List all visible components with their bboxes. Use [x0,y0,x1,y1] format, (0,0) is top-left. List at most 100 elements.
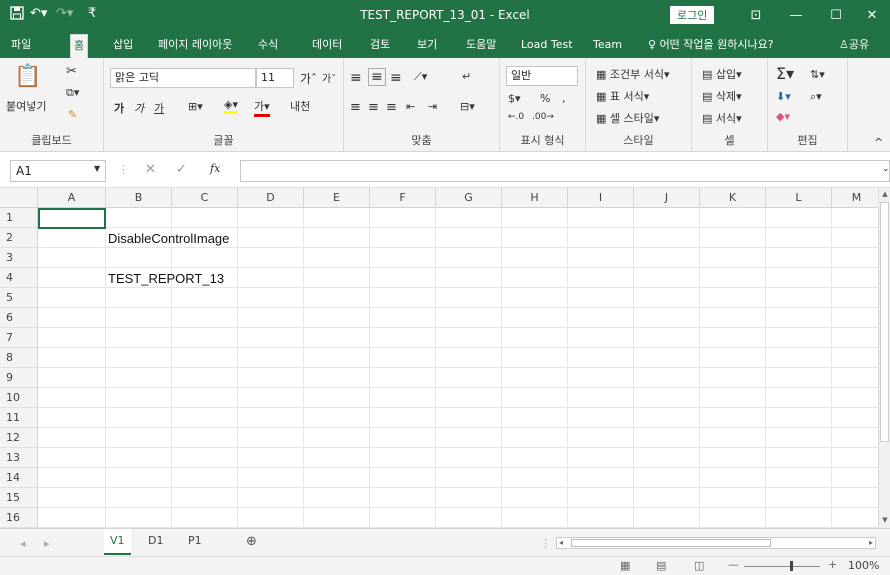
maximize-icon[interactable]: ☐ [818,0,854,32]
tab-view[interactable]: 보기 [414,32,440,58]
collapse-ribbon-icon[interactable]: ^ [874,136,883,149]
zoom-in-icon[interactable]: + [828,558,837,571]
share-button[interactable]: ♙공유 [836,32,872,58]
column-header-g[interactable]: G [436,188,502,208]
phonetic-icon[interactable]: 내천 [290,98,310,114]
align-right-icon[interactable]: ≡ [386,100,397,115]
cut-icon[interactable]: ✂ [66,64,77,79]
align-center-icon[interactable]: ≡ [368,100,379,115]
scroll-down-icon[interactable]: ▼ [880,516,890,526]
font-color-icon[interactable]: 가▾ [254,98,270,117]
row-header-15[interactable]: 15 [0,488,38,508]
increase-font-icon[interactable]: 가ˆ [300,70,317,87]
format-cells-button[interactable]: ▤ 서식▾ [702,110,742,126]
tab-help[interactable]: 도움말 [463,32,499,58]
column-header-c[interactable]: C [172,188,238,208]
column-header-b[interactable]: B [106,188,172,208]
underline-button[interactable]: 가 [154,100,164,116]
page-break-view-icon[interactable]: ◫ [694,559,704,572]
tab-file[interactable]: 파일 [8,32,34,58]
column-header-d[interactable]: D [238,188,304,208]
bold-button[interactable]: 가 [114,100,124,116]
prev-sheet-icon[interactable]: ◂ [20,537,26,550]
tab-load-test[interactable]: Load Test [518,32,576,58]
column-header-a[interactable]: A [38,188,106,208]
sheet-tab-v1[interactable]: V1 [104,529,131,555]
number-format-select[interactable]: 일반 [506,66,578,86]
row-header-1[interactable]: 1 [0,208,38,228]
formula-input[interactable] [240,160,890,182]
increase-decimal-icon[interactable]: ←.0 [508,112,524,122]
borders-icon[interactable]: ⊞▾ [188,100,203,113]
align-bottom-icon[interactable]: ≡ [390,70,402,86]
horizontal-scrollbar[interactable]: ◂ ▸ [556,537,876,549]
autosum-icon[interactable]: Σ▾ [776,64,794,83]
row-header-12[interactable]: 12 [0,428,38,448]
row-header-2[interactable]: 2 [0,228,38,248]
scroll-up-icon[interactable]: ▲ [880,190,890,200]
sheet-tab-p1[interactable]: P1 [182,529,208,555]
fill-color-icon[interactable]: ◈▾ [224,98,238,114]
format-as-table-button[interactable]: ▦ 표 서식▾ [596,88,649,104]
tell-me[interactable]: ♀ 어떤 작업을 원하시나요? [645,32,777,58]
column-header-i[interactable]: I [568,188,634,208]
horizontal-scroll-thumb[interactable] [571,539,771,547]
tab-team[interactable]: Team [590,32,625,58]
row-header-14[interactable]: 14 [0,468,38,488]
scrollbar-thumb[interactable] [880,202,889,442]
italic-button[interactable]: 가 [134,100,144,116]
row-header-6[interactable]: 6 [0,308,38,328]
cell-b2[interactable]: DisableControlImage [108,229,229,249]
accounting-icon[interactable]: $▾ [508,92,521,105]
row-header-5[interactable]: 5 [0,288,38,308]
zoom-slider[interactable] [744,566,820,567]
column-header-f[interactable]: F [370,188,436,208]
name-box[interactable]: A1 [10,160,106,182]
tab-page-layout[interactable]: 페이지 레이아웃 [155,32,235,58]
cancel-icon[interactable]: ✕ [145,162,156,177]
sheet-tab-d1[interactable]: D1 [142,529,169,555]
column-header-k[interactable]: K [700,188,766,208]
orientation-icon[interactable]: ⟋▾ [414,70,427,84]
scroll-right-icon[interactable]: ▸ [869,538,873,547]
tab-review[interactable]: 검토 [367,32,393,58]
delete-cells-button[interactable]: ▤ 삭제▾ [702,88,742,104]
enter-icon[interactable]: ✓ [176,162,187,177]
row-header-13[interactable]: 13 [0,448,38,468]
copy-icon[interactable]: ⧉▾ [66,86,79,100]
align-top-icon[interactable]: ≡ [350,70,362,86]
zoom-level[interactable]: 100% [848,559,879,572]
row-header-11[interactable]: 11 [0,408,38,428]
cell-b4[interactable]: TEST_REPORT_13 [108,269,224,289]
merge-center-icon[interactable]: ⊟▾ [460,100,475,113]
next-sheet-icon[interactable]: ▸ [44,537,50,550]
find-select-icon[interactable]: ⌕▾ [810,90,822,104]
insert-function-icon[interactable]: fx [210,162,220,175]
login-button[interactable]: 로그인 [670,6,715,24]
minimize-icon[interactable]: — [778,0,814,32]
paste-button[interactable]: 붙여넣기 [6,98,46,114]
align-left-icon[interactable]: ≡ [350,100,361,115]
close-icon[interactable]: ✕ [854,0,890,32]
tab-insert[interactable]: 삽입 [110,32,136,58]
align-middle-icon[interactable]: ≡ [368,68,386,86]
conditional-format-button[interactable]: ▦ 조건부 서식▾ [596,66,670,82]
insert-cells-button[interactable]: ▤ 삽입▾ [702,66,742,82]
comma-button[interactable]: , [562,92,566,105]
decrease-font-icon[interactable]: 가ˇ [322,70,336,85]
row-header-16[interactable]: 16 [0,508,38,528]
wrap-text-icon[interactable]: ↵ [462,70,471,83]
fill-icon[interactable]: ⬇▾ [776,90,791,103]
tab-data[interactable]: 데이터 [309,32,345,58]
normal-view-icon[interactable]: ▦ [620,559,630,572]
font-size-select[interactable]: 11 [256,68,294,88]
row-header-10[interactable]: 10 [0,388,38,408]
tab-formulas[interactable]: 수식 [255,32,281,58]
percent-button[interactable]: % [540,92,550,105]
row-header-7[interactable]: 7 [0,328,38,348]
row-header-8[interactable]: 8 [0,348,38,368]
row-header-3[interactable]: 3 [0,248,38,268]
font-name-select[interactable]: 맑은 고딕 [110,68,256,88]
name-box-dropdown-icon[interactable]: ▼ [94,164,100,173]
select-all-corner[interactable] [0,188,38,208]
